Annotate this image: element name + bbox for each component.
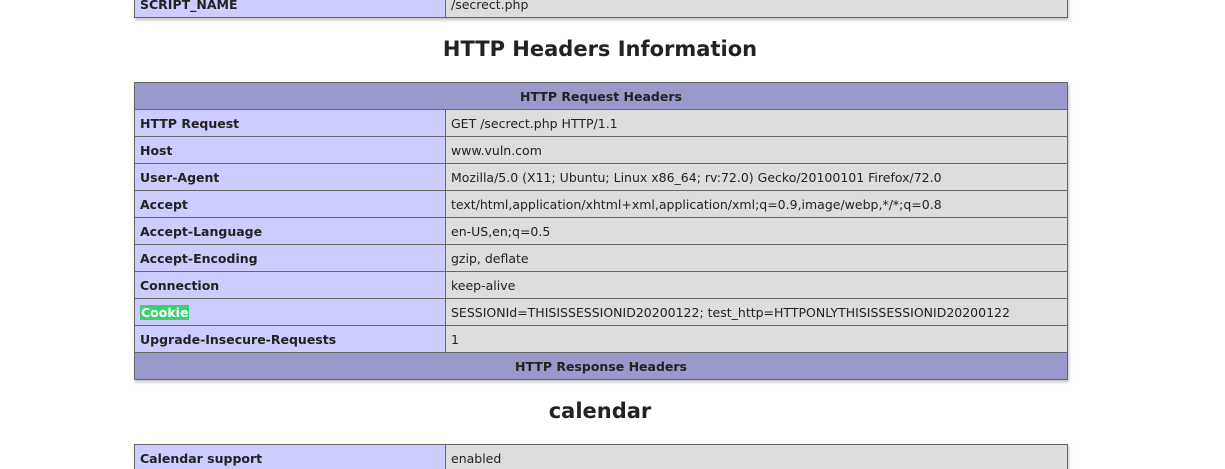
table-header-row: HTTP Request Headers [134,82,1068,110]
search-highlight: Cookie [140,304,190,320]
row-value: SESSIONId=THISISSESSIONID20200122; test_… [445,298,1068,326]
table-header-row: HTTP Response Headers [134,352,1068,380]
row-value: /secrect.php [445,0,1068,18]
row-key-cookie: Cookie [134,298,446,326]
section-title-calendar: calendar [548,399,652,423]
row-value: enabled [445,444,1068,469]
table-row: HTTP Request GET /secrect.php HTTP/1.1 [134,109,1068,137]
server-variables-table: SCRIPT_NAME /secrect.php [134,0,1068,18]
row-key: HTTP Request [134,109,446,137]
row-value: en-US,en;q=0.5 [445,217,1068,245]
row-value: www.vuln.com [445,136,1068,164]
table-row: Calendar support enabled [134,444,1068,469]
section-title-http-headers: HTTP Headers Information [442,37,758,61]
table-row: Upgrade-Insecure-Requests 1 [134,325,1068,353]
table-row: Accept-Language en-US,en;q=0.5 [134,217,1068,245]
row-key: Calendar support [134,444,446,469]
row-value: gzip, deflate [445,244,1068,272]
table-row: Accept text/html,application/xhtml+xml,a… [134,190,1068,218]
table-row: Cookie SESSIONId=THISISSESSIONID20200122… [134,298,1068,326]
calendar-table: Calendar support enabled [134,444,1068,469]
row-value: Mozilla/5.0 (X11; Ubuntu; Linux x86_64; … [445,163,1068,191]
row-key: User-Agent [134,163,446,191]
row-key: SCRIPT_NAME [134,0,446,18]
request-headers-heading: HTTP Request Headers [134,82,1068,110]
row-key: Accept [134,190,446,218]
phpinfo-page: SCRIPT_NAME /secrect.php HTTP Headers In… [0,0,1225,469]
row-key: Accept-Language [134,217,446,245]
row-key: Upgrade-Insecure-Requests [134,325,446,353]
table-row: User-Agent Mozilla/5.0 (X11; Ubuntu; Lin… [134,163,1068,191]
response-headers-heading: HTTP Response Headers [134,352,1068,380]
row-value: text/html,application/xhtml+xml,applicat… [445,190,1068,218]
http-headers-table: HTTP Request Headers HTTP Request GET /s… [134,82,1068,380]
table-row: Connection keep-alive [134,271,1068,299]
table-row: Accept-Encoding gzip, deflate [134,244,1068,272]
row-value: keep-alive [445,271,1068,299]
table-row: Host www.vuln.com [134,136,1068,164]
row-value: 1 [445,325,1068,353]
row-key: Host [134,136,446,164]
row-value: GET /secrect.php HTTP/1.1 [445,109,1068,137]
table-row: SCRIPT_NAME /secrect.php [134,0,1068,18]
row-key: Connection [134,271,446,299]
row-key: Accept-Encoding [134,244,446,272]
